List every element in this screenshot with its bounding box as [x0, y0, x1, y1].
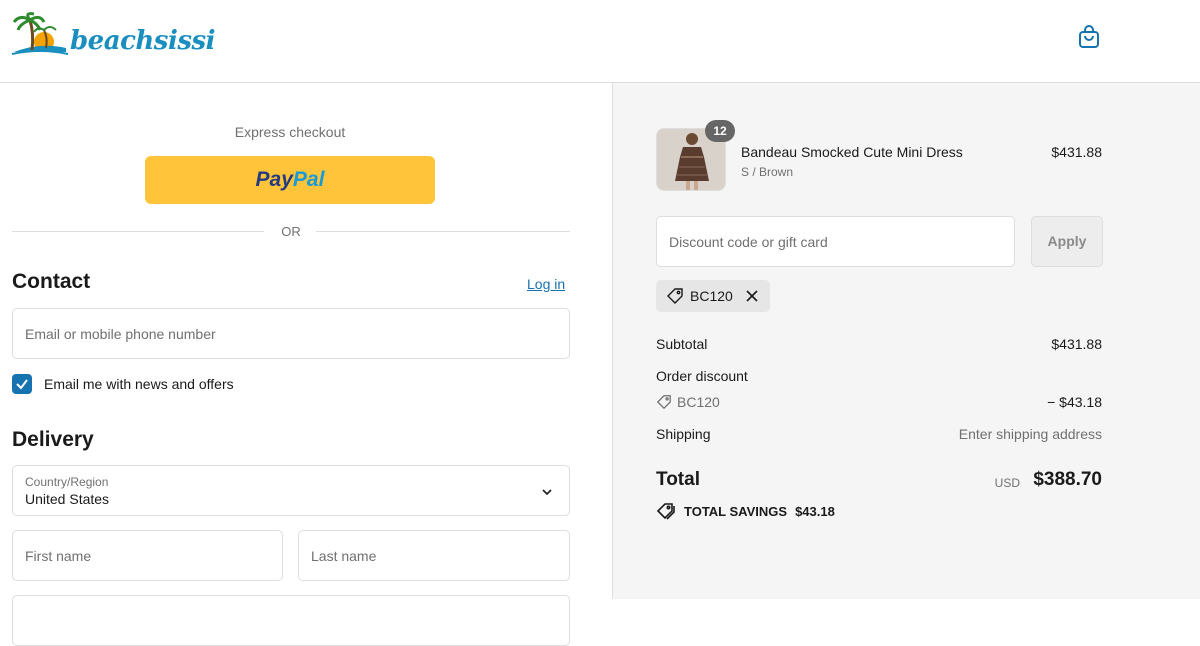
checkmark-icon: [16, 379, 28, 390]
first-name-field[interactable]: First name: [12, 530, 283, 581]
product-name: Bandeau Smocked Cute Mini Dress: [741, 144, 963, 160]
site-header: beachsissi: [0, 0, 1200, 83]
brand-name: beachsissi: [70, 26, 215, 56]
chevron-down-icon: [542, 489, 552, 496]
or-divider: OR: [12, 223, 570, 241]
express-checkout-label: Express checkout: [234, 124, 346, 140]
tag-icon: [667, 288, 683, 304]
remove-discount-icon[interactable]: [745, 289, 759, 303]
newsletter-checkbox[interactable]: [12, 374, 32, 394]
brand-logo[interactable]: beachsissi: [10, 12, 240, 60]
subtotal-label: Subtotal: [656, 336, 708, 352]
contact-heading: Contact: [12, 270, 91, 293]
savings-label: TOTAL SAVINGS: [684, 503, 788, 519]
order-discount-label: Order discount: [656, 368, 748, 384]
discount-code-row: BC120: [656, 394, 720, 410]
quantity-badge: 12: [705, 120, 735, 142]
discount-value: − $43.18: [1047, 394, 1102, 410]
discount-placeholder: Discount code or gift card: [669, 234, 828, 250]
shopping-bag-icon[interactable]: [1076, 24, 1102, 50]
email-placeholder: Email or mobile phone number: [25, 326, 216, 342]
product-variant: S / Brown: [741, 165, 794, 179]
last-name-placeholder: Last name: [311, 548, 377, 564]
country-label: Country/Region: [25, 475, 109, 489]
shipping-value: Enter shipping address: [958, 426, 1102, 442]
shipping-label: Shipping: [656, 426, 711, 442]
next-field[interactable]: [12, 595, 570, 646]
checkout-form: Express checkout Pay Pal OR Contact Log i…: [0, 83, 612, 646]
total-label: Total: [656, 469, 700, 490]
or-label: OR: [281, 224, 301, 239]
last-name-field[interactable]: Last name: [298, 530, 570, 581]
applied-discount-chip: BC120: [656, 280, 770, 312]
paypal-logo-part2: Pal: [292, 168, 325, 191]
product-price: $431.88: [1051, 144, 1102, 160]
tag-icon: [656, 395, 671, 410]
discount-code-field[interactable]: Discount code or gift card: [656, 216, 1015, 267]
apply-button[interactable]: Apply: [1031, 216, 1103, 267]
savings-tag-icon: [656, 503, 675, 520]
palm-island-icon: [11, 12, 69, 55]
login-link[interactable]: Log in: [527, 276, 565, 292]
total-value: $388.70: [1033, 469, 1102, 490]
newsletter-label: Email me with news and offers: [44, 376, 234, 392]
email-field[interactable]: Email or mobile phone number: [12, 308, 570, 359]
paypal-logo-part1: Pay: [255, 168, 293, 191]
delivery-heading: Delivery: [12, 428, 94, 451]
country-select[interactable]: Country/Region United States: [12, 465, 570, 516]
subtotal-value: $431.88: [1051, 336, 1102, 352]
applied-code-label: BC120: [690, 288, 733, 304]
order-summary: 12 Bandeau Smocked Cute Mini Dress S / B…: [612, 83, 1200, 599]
discount-code-label: BC120: [677, 394, 720, 410]
country-value: United States: [25, 491, 110, 507]
total-savings-row: TOTAL SAVINGS $43.18: [656, 502, 835, 520]
first-name-placeholder: First name: [25, 548, 92, 564]
total-currency: USD: [994, 476, 1020, 490]
paypal-button[interactable]: Pay Pal: [145, 156, 435, 204]
savings-value: $43.18: [795, 503, 835, 519]
